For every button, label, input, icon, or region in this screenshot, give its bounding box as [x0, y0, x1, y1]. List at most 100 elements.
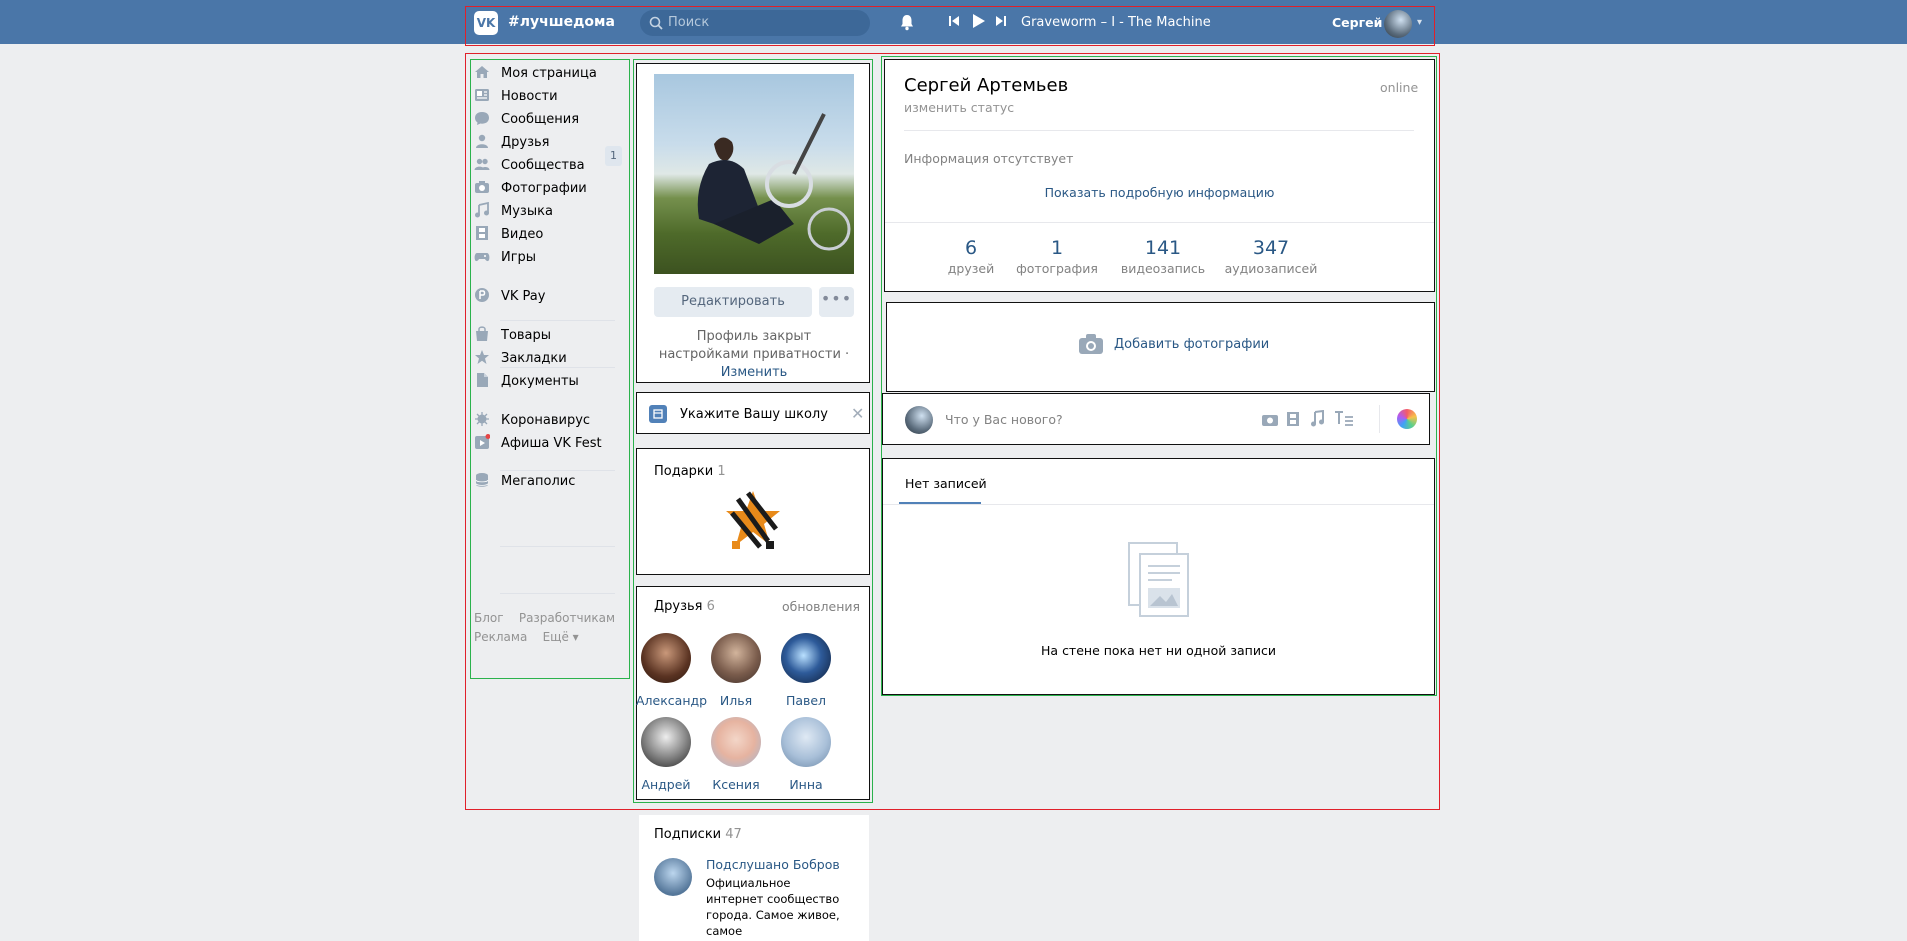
sidebar-item-label: Закладки [501, 351, 567, 366]
news-icon [474, 87, 490, 103]
wall-card: Нет записей На стене пока нет ни одной з… [882, 458, 1435, 695]
previous-track-icon[interactable] [948, 15, 960, 31]
video-icon [474, 225, 490, 241]
more-actions-button[interactable]: ••• [819, 287, 854, 317]
blog-link[interactable]: Блог [474, 611, 504, 625]
post-avatar [905, 406, 933, 434]
footer-links: Блог Разработчикам [474, 611, 615, 625]
current-track[interactable]: Graveworm – I - The Machine [1021, 15, 1211, 30]
gifts-title[interactable]: Подарки 1 [654, 464, 726, 479]
show-details-link[interactable]: Показать подробную информацию [884, 185, 1435, 200]
database-icon [474, 472, 490, 488]
add-photos-card[interactable]: Добавить фотографии [886, 302, 1435, 392]
friend-name[interactable]: Александр [636, 693, 707, 708]
tab-no-posts[interactable]: Нет записей [905, 476, 987, 491]
friend-name[interactable]: Павел [776, 693, 836, 708]
profile-name: Сергей Артемьев [904, 75, 1069, 96]
friend-item[interactable]: Инна [776, 717, 836, 792]
menu-divider [500, 320, 615, 321]
video-icon[interactable] [1286, 411, 1300, 431]
hashtag-link[interactable]: #лучшедома [508, 14, 615, 30]
subscriptions-title[interactable]: Подписки 47 [654, 827, 742, 842]
friend-avatar[interactable] [781, 633, 831, 683]
sidebar-item-label: Музыка [501, 204, 553, 219]
ads-link[interactable]: Реклама [474, 630, 527, 644]
sidebar-item[interactable]: Афиша VK Fest [474, 429, 624, 457]
friend-name[interactable]: Илья [706, 693, 766, 708]
friends-updates-link[interactable]: обновления [782, 599, 860, 614]
friend-avatar[interactable] [641, 633, 691, 683]
subscriptions-card: Подписки 47 Подслушано Бобров Официально… [639, 815, 869, 941]
sidebar-item-label: Товары [501, 328, 552, 343]
sidebar-item-label: Друзья [501, 135, 550, 150]
friend-name[interactable]: Андрей [636, 777, 696, 792]
gift-star-icon[interactable] [724, 489, 782, 555]
profile-stat[interactable]: 347 аудиозаписей [1216, 237, 1326, 276]
header-username[interactable]: Сергей [1332, 15, 1382, 30]
bell-icon[interactable] [898, 13, 916, 35]
next-track-icon[interactable] [995, 15, 1007, 31]
more-link[interactable]: Ещё [543, 630, 569, 644]
close-icon[interactable]: ✕ [851, 404, 864, 423]
school-card[interactable]: Укажите Вашу школу ✕ [636, 392, 870, 434]
stat-count: 347 [1252, 237, 1290, 259]
virus-icon [474, 411, 490, 427]
games-icon [474, 248, 490, 264]
sidebar-item-label: Игры [501, 250, 537, 265]
friend-item[interactable]: Александр [636, 633, 707, 708]
privacy-change-link[interactable]: Изменить [721, 365, 788, 380]
subscription-description: Официальное интернет сообщество города. … [706, 876, 840, 938]
subscription-name[interactable]: Подслушано Бобров [706, 857, 840, 872]
sidebar-item[interactable]: Игры [474, 243, 624, 271]
friend-avatar[interactable] [711, 717, 761, 767]
chevron-down-icon: ▾ [572, 630, 579, 644]
sidebar-item-label: VK Pay [501, 289, 546, 304]
friend-name[interactable]: Инна [776, 777, 836, 792]
add-photos-link[interactable]: Добавить фотографии [1114, 337, 1269, 352]
new-post-card: Что у Вас нового? [882, 393, 1430, 445]
school-icon [649, 405, 667, 423]
music-icon [474, 201, 490, 218]
sidebar-item[interactable]: Документы [474, 367, 624, 395]
footer-links-2: Реклама Ещё ▾ [474, 630, 579, 644]
no-info-text: Информация отсутствует [904, 151, 1074, 166]
camera-icon [1078, 333, 1104, 359]
article-icon[interactable] [1334, 410, 1354, 430]
friend-item[interactable]: Илья [706, 633, 766, 708]
friend-avatar[interactable] [711, 633, 761, 683]
profile-stat[interactable]: 141 видеозапись [1108, 237, 1218, 276]
edit-profile-button[interactable]: Редактировать [654, 287, 812, 317]
friends-title[interactable]: Друзья 6 [654, 599, 715, 614]
empty-wall-text: На стене пока нет ни одной записи [1041, 643, 1276, 658]
friends-icon [474, 133, 490, 149]
subscription-avatar[interactable] [654, 858, 692, 896]
play-icon[interactable] [972, 13, 986, 33]
music-icon[interactable] [1310, 409, 1324, 431]
developers-link[interactable]: Разработчикам [519, 611, 615, 625]
friend-name[interactable]: Ксения [706, 777, 766, 792]
friend-item[interactable]: Ксения [706, 717, 766, 792]
profile-photo[interactable] [654, 74, 854, 274]
stat-count: 1 [1050, 237, 1064, 259]
afisha-icon [474, 434, 491, 450]
profile-stat[interactable]: 1 фотография [1002, 237, 1112, 276]
vk-logo[interactable]: VK [474, 11, 498, 35]
divider [904, 130, 1414, 131]
change-status-link[interactable]: изменить статус [904, 100, 1014, 115]
friend-item[interactable]: Андрей [636, 717, 696, 792]
sidebar-item-label: Моя страница [501, 66, 597, 81]
camera-icon[interactable] [1261, 412, 1279, 431]
vk-apps-icon[interactable] [1397, 409, 1417, 429]
search-input[interactable]: Поиск [640, 10, 870, 36]
friend-item[interactable]: Павел [776, 633, 836, 708]
sidebar-item-label: Фотографии [501, 181, 587, 196]
post-input[interactable]: Что у Вас нового? [945, 412, 1063, 427]
sidebar-item[interactable]: Мегаполис [474, 467, 624, 495]
friend-avatar[interactable] [641, 717, 691, 767]
chevron-down-icon[interactable]: ▾ [1417, 17, 1422, 28]
divider [1379, 405, 1380, 433]
friend-avatar[interactable] [781, 717, 831, 767]
header-avatar[interactable] [1384, 10, 1412, 38]
sidebar-item[interactable]: VK Pay [474, 282, 624, 310]
school-prompt[interactable]: Укажите Вашу школу [680, 407, 828, 422]
